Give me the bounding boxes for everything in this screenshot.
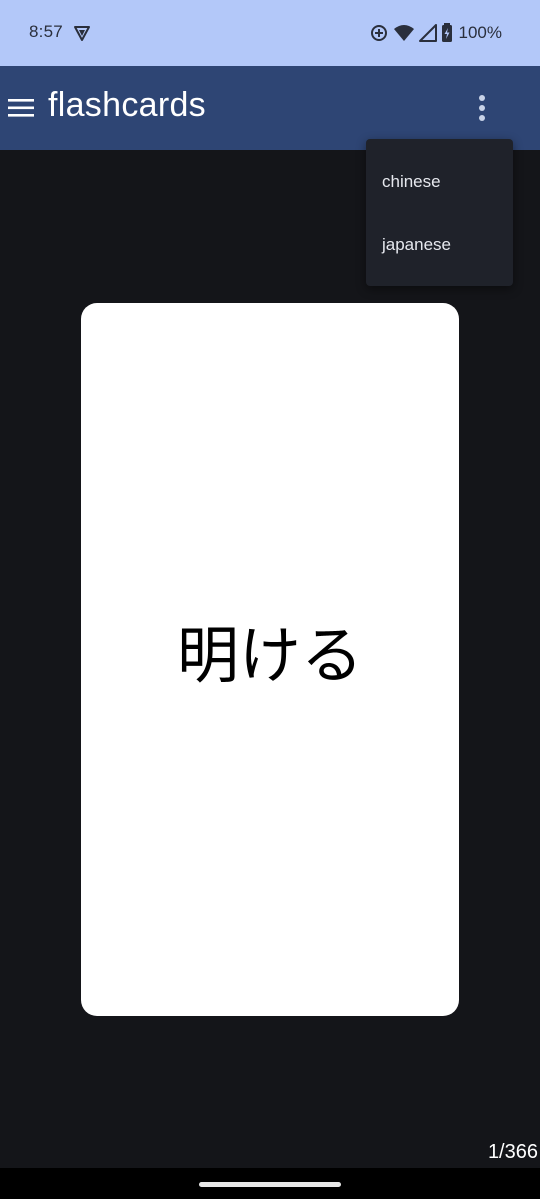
app-bar: flashcards <box>0 66 540 150</box>
more-vertical-icon[interactable] <box>468 92 496 124</box>
app-title: flashcards <box>48 86 206 124</box>
navigation-bar <box>0 1168 540 1199</box>
card-counter: 1/366 <box>487 1141 538 1163</box>
hamburger-menu-icon[interactable] <box>6 93 36 123</box>
menu-item-chinese[interactable]: chinese <box>382 172 441 192</box>
flashcard-word: 明ける <box>176 618 363 692</box>
home-gesture-handle[interactable] <box>199 1182 341 1187</box>
wifi-icon <box>393 25 414 41</box>
battery-charging-icon <box>441 23 452 42</box>
signal-icon <box>418 24 437 42</box>
data-saver-icon <box>370 25 387 41</box>
status-bar: 8:57 100% <box>0 0 540 66</box>
status-icons: 100% <box>369 22 502 44</box>
flashcard[interactable]: 明ける <box>81 303 459 1016</box>
menu-item-japanese[interactable]: japanese <box>382 235 451 255</box>
battery-percentage: 100% <box>458 23 502 42</box>
overflow-dropdown-menu: chinese japanese <box>366 139 513 286</box>
status-time: 8:57 <box>29 22 63 41</box>
vpn-shield-icon <box>74 26 90 41</box>
